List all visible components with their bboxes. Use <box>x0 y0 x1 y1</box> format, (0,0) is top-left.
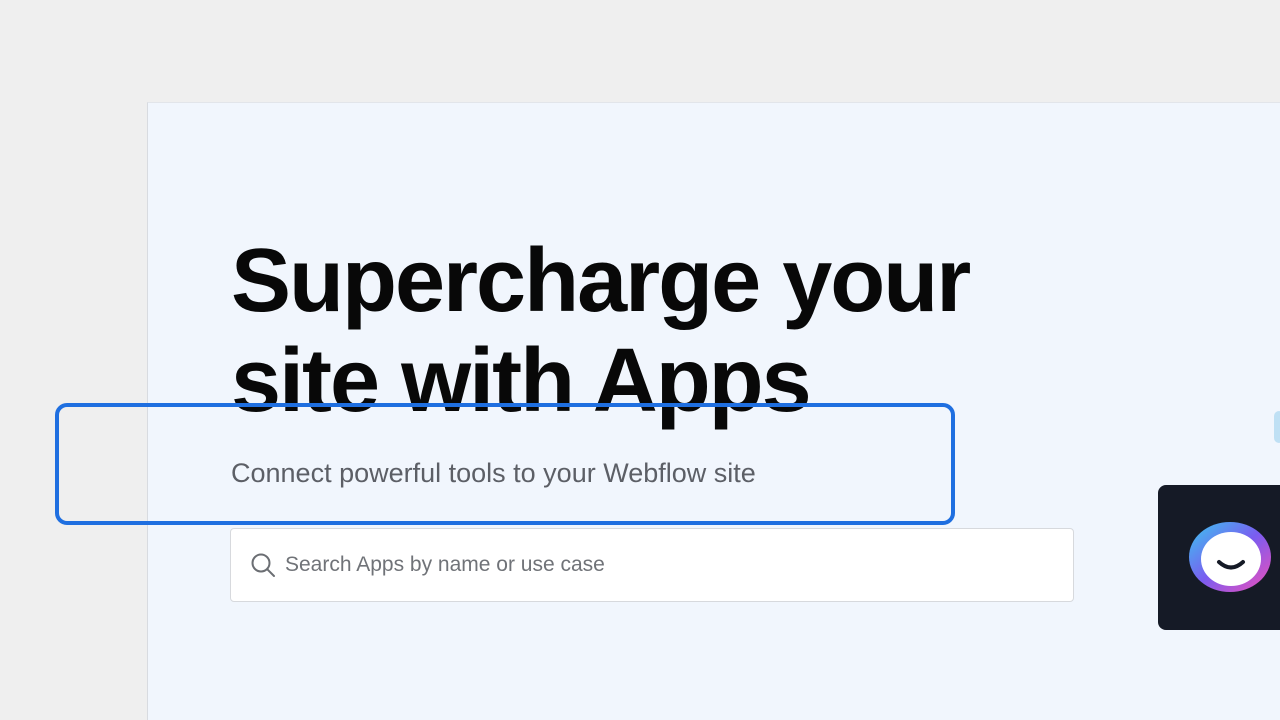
chat-assistant-widget[interactable] <box>1158 485 1280 630</box>
search-box[interactable] <box>230 528 1074 602</box>
search-icon <box>249 551 277 579</box>
search-input[interactable] <box>277 529 1073 601</box>
assistant-face-icon <box>1189 522 1271 592</box>
partial-offscreen-element <box>1274 411 1280 443</box>
page-headline: Supercharge your site with Apps <box>231 231 971 431</box>
search-focus-ring <box>55 403 955 525</box>
